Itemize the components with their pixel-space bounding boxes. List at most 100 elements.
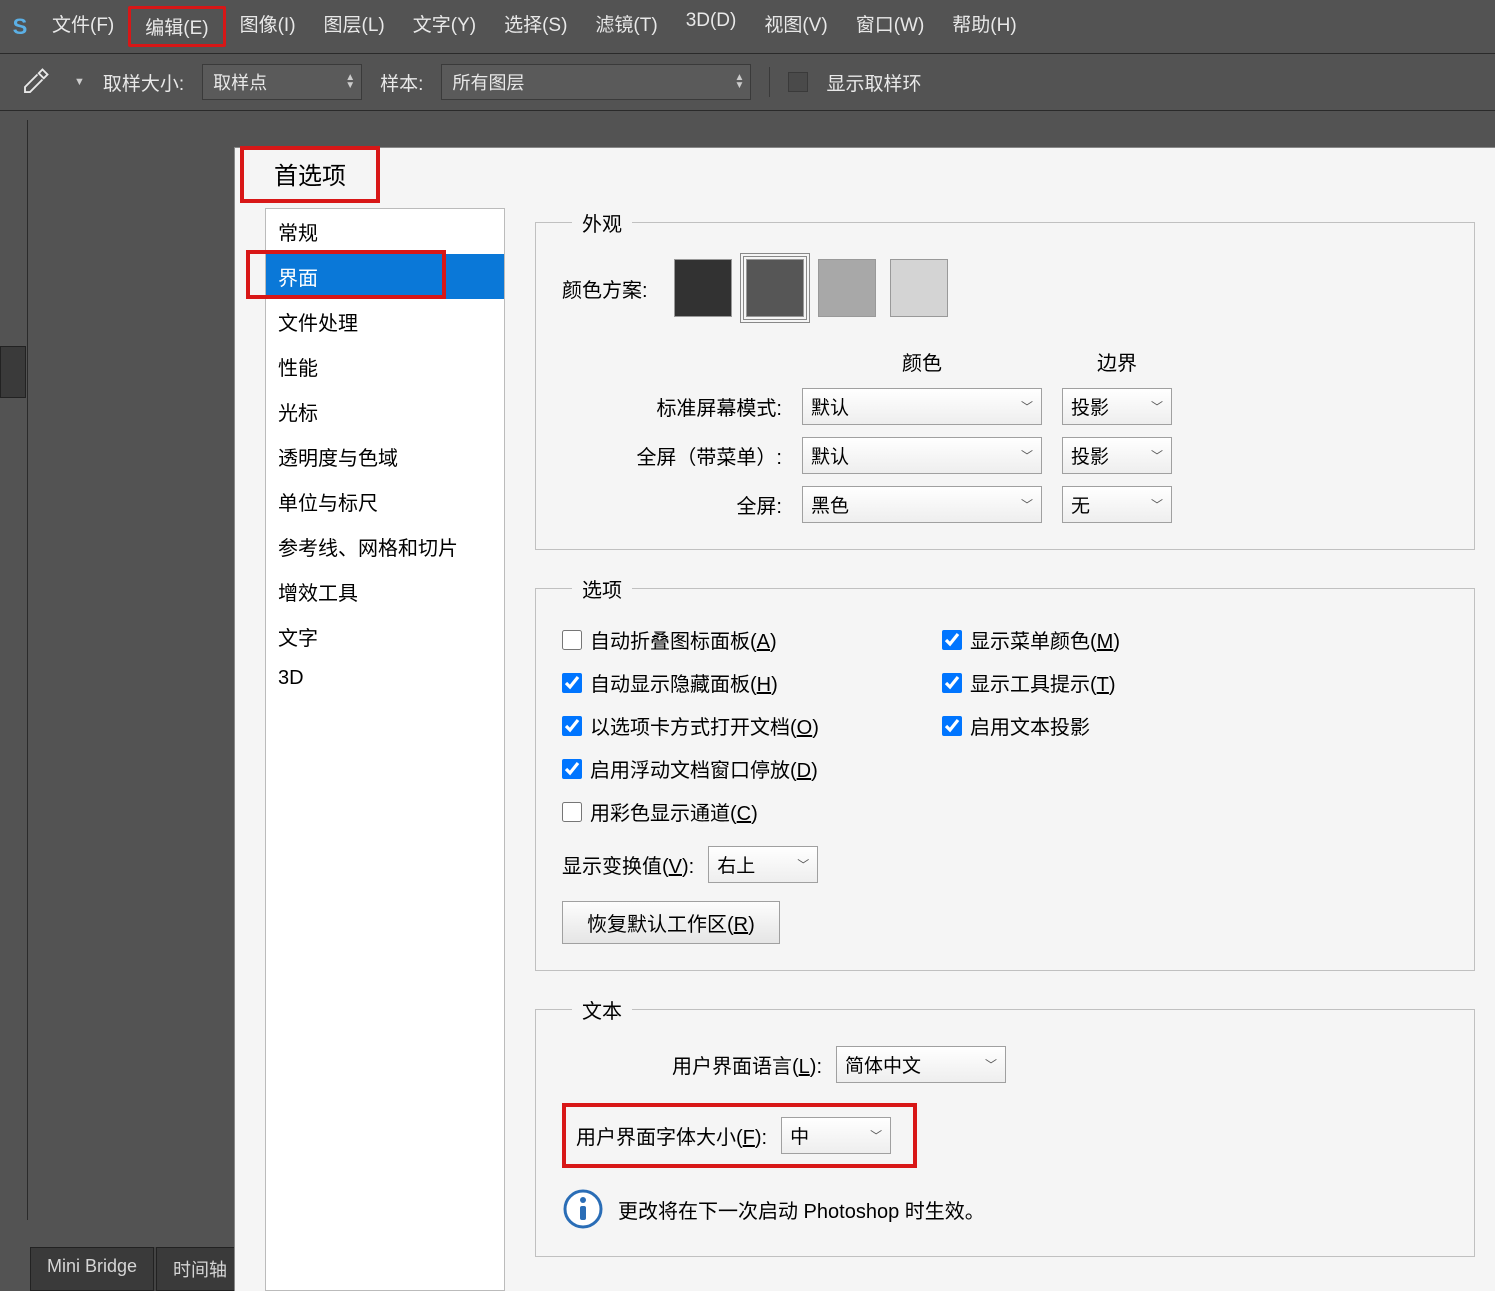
preferences-dialog: 常规界面文件处理性能光标透明度与色域单位与标尺参考线、网格和切片增效工具文字3D… — [235, 148, 1495, 1291]
app-icon: S — [10, 13, 30, 41]
menu-item-6[interactable]: 滤镜(T) — [581, 6, 671, 47]
pref-category-5[interactable]: 透明度与色域 — [266, 434, 504, 479]
tool-strip — [0, 120, 28, 1220]
option-checkbox[interactable]: 显示菜单颜色(M) — [942, 625, 1242, 654]
option-checkbox[interactable]: 以选项卡方式打开文档(O) — [562, 711, 902, 740]
column-header: 颜色 — [802, 347, 1042, 376]
screen-mode-color-combo[interactable]: 黑色﹀ — [802, 486, 1042, 523]
option-checkbox[interactable]: 自动显示隐藏面板(H) — [562, 668, 902, 697]
screen-mode-color-combo[interactable]: 默认﹀ — [802, 437, 1042, 474]
sample-combo[interactable]: 所有图层 ▲▼ — [441, 64, 751, 100]
screen-mode-border-combo[interactable]: 无﹀ — [1062, 486, 1172, 523]
tool-button[interactable] — [0, 778, 26, 830]
screen-mode-border-combo[interactable]: 投影﹀ — [1062, 437, 1172, 474]
sample-label: 样本: — [380, 69, 423, 96]
menu-item-4[interactable]: 文字(Y) — [399, 6, 490, 47]
sample-size-combo[interactable]: 取样点 ▲▼ — [202, 64, 362, 100]
tool-button[interactable] — [0, 832, 26, 884]
chevron-down-icon: ﹀ — [797, 856, 809, 873]
screen-mode-label: 全屏（带菜单）: — [562, 441, 782, 470]
preferences-content: 外观 颜色方案: 颜色边界标准屏幕模式: 默认﹀ 投影﹀ 全屏（带菜单）: 默认﹀ 投影﹀… — [505, 208, 1495, 1291]
chevron-down-icon[interactable]: ▼ — [74, 76, 85, 88]
options-bar: ▼ 取样大小: 取样点 ▲▼ 样本: 所有图层 ▲▼ 显示取样环 — [0, 54, 1495, 111]
pref-category-4[interactable]: 光标 — [266, 389, 504, 434]
appearance-legend: 外观 — [572, 208, 632, 237]
menu-bar: S 文件(F)编辑(E)图像(I)图层(L)文字(Y)选择(S)滤镜(T)3D(… — [0, 0, 1495, 54]
color-swatch-0[interactable] — [674, 259, 732, 317]
ui-language-label: 用户界面语言(L): — [562, 1050, 822, 1079]
tool-button[interactable] — [0, 400, 26, 452]
info-icon — [562, 1188, 604, 1230]
divider — [769, 67, 770, 97]
tool-button[interactable] — [0, 346, 26, 398]
tool-button[interactable] — [0, 130, 26, 182]
menu-item-5[interactable]: 选择(S) — [490, 6, 581, 47]
chevron-down-icon: ﹀ — [870, 1127, 882, 1144]
spinner-arrows-icon: ▲▼ — [345, 74, 355, 90]
ui-font-size-highlight: 用户界面字体大小(F): 中 ﹀ — [562, 1103, 917, 1168]
column-header: 边界 — [1062, 347, 1172, 376]
screen-mode-border-combo[interactable]: 投影﹀ — [1062, 388, 1172, 425]
tool-button[interactable] — [0, 724, 26, 776]
pref-category-1[interactable]: 界面 — [266, 254, 504, 299]
sample-size-label: 取样大小: — [103, 69, 184, 96]
color-swatch-3[interactable] — [890, 259, 948, 317]
options-group: 选项 自动折叠图标面板(A) 显示菜单颜色(M) 自动显示隐藏面板(H) 显示工具提示… — [535, 574, 1475, 971]
transform-values-label: 显示变换值(V): — [562, 850, 694, 879]
color-scheme-label: 颜色方案: — [562, 274, 648, 303]
menu-item-10[interactable]: 帮助(H) — [938, 6, 1030, 47]
menu-item-8[interactable]: 视图(V) — [750, 6, 841, 47]
show-sampling-ring-checkbox[interactable] — [788, 72, 808, 92]
color-swatch-2[interactable] — [818, 259, 876, 317]
menu-item-1[interactable]: 编辑(E) — [128, 6, 225, 47]
restart-info-text: 更改将在下一次启动 Photoshop 时生效。 — [618, 1195, 985, 1224]
tab-timeline[interactable]: 时间轴 — [156, 1247, 244, 1291]
tool-button[interactable] — [0, 238, 26, 290]
menu-item-9[interactable]: 窗口(W) — [842, 6, 939, 47]
pref-category-6[interactable]: 单位与标尺 — [266, 479, 504, 524]
transform-values-combo[interactable]: 右上 ﹀ — [708, 846, 818, 883]
menu-item-3[interactable]: 图层(L) — [310, 6, 399, 47]
pref-category-9[interactable]: 文字 — [266, 614, 504, 659]
tool-button[interactable] — [0, 562, 26, 614]
tool-button[interactable] — [0, 508, 26, 560]
ui-font-size-label: 用户界面字体大小(F): — [576, 1121, 767, 1150]
text-legend: 文本 — [572, 995, 632, 1024]
pref-category-7[interactable]: 参考线、网格和切片 — [266, 524, 504, 569]
dialog-title: 首选项 — [240, 146, 380, 203]
option-checkbox[interactable]: 用彩色显示通道(C) — [562, 797, 902, 826]
option-checkbox[interactable]: 自动折叠图标面板(A) — [562, 625, 902, 654]
tool-button[interactable] — [0, 454, 26, 506]
pref-category-8[interactable]: 增效工具 — [266, 569, 504, 614]
screen-mode-label: 标准屏幕模式: — [562, 392, 782, 421]
show-sampling-ring-label: 显示取样环 — [826, 69, 921, 96]
options-legend: 选项 — [572, 574, 632, 603]
ui-language-combo[interactable]: 简体中文 ﹀ — [836, 1046, 1006, 1083]
eyedropper-tool-icon[interactable] — [14, 65, 56, 99]
ui-font-size-combo[interactable]: 中 ﹀ — [781, 1117, 891, 1154]
option-checkbox[interactable]: 启用文本投影 — [942, 711, 1242, 740]
reset-workspaces-button[interactable]: 恢复默认工作区(R) — [562, 901, 780, 944]
menu-item-0[interactable]: 文件(F) — [38, 6, 128, 47]
appearance-group: 外观 颜色方案: 颜色边界标准屏幕模式: 默认﹀ 投影﹀ 全屏（带菜单）: 默认﹀ 投影﹀… — [535, 208, 1475, 550]
spinner-arrows-icon: ▲▼ — [735, 74, 745, 90]
tab-mini-bridge[interactable]: Mini Bridge — [30, 1247, 154, 1291]
screen-mode-color-combo[interactable]: 默认﹀ — [802, 388, 1042, 425]
pref-category-10[interactable]: 3D — [266, 659, 504, 698]
bottom-panel-tabs: Mini Bridge 时间轴 — [30, 1247, 244, 1291]
menu-item-7[interactable]: 3D(D) — [672, 6, 751, 47]
tool-button[interactable] — [0, 886, 26, 938]
pref-category-3[interactable]: 性能 — [266, 344, 504, 389]
preferences-sidebar: 常规界面文件处理性能光标透明度与色域单位与标尺参考线、网格和切片增效工具文字3D — [265, 208, 505, 1291]
pref-category-0[interactable]: 常规 — [266, 209, 504, 254]
tool-button[interactable] — [0, 292, 26, 344]
option-checkbox[interactable]: 显示工具提示(T) — [942, 668, 1242, 697]
pref-category-2[interactable]: 文件处理 — [266, 299, 504, 344]
menu-item-2[interactable]: 图像(I) — [226, 6, 310, 47]
tool-button[interactable] — [0, 184, 26, 236]
text-group: 文本 用户界面语言(L): 简体中文 ﹀ 用户界面字体大小(F): 中 ﹀ — [535, 995, 1475, 1257]
color-swatch-1[interactable] — [746, 259, 804, 317]
option-checkbox[interactable]: 启用浮动文档窗口停放(D) — [562, 754, 902, 783]
tool-button[interactable] — [0, 616, 26, 668]
tool-button[interactable] — [0, 670, 26, 722]
